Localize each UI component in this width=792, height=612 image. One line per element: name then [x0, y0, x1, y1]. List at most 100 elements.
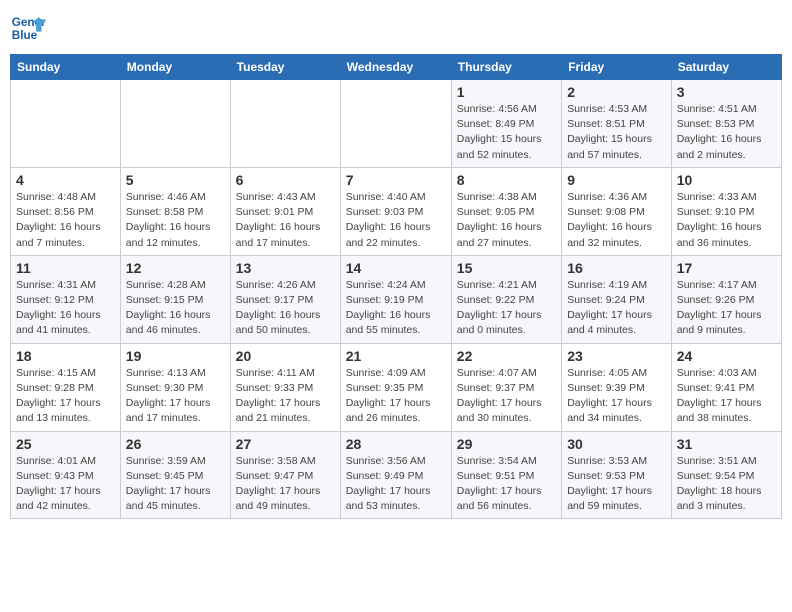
calendar-cell	[11, 80, 121, 168]
day-info: Sunrise: 4:19 AM Sunset: 9:24 PM Dayligh…	[567, 278, 666, 339]
day-info: Sunrise: 4:05 AM Sunset: 9:39 PM Dayligh…	[567, 366, 666, 427]
day-number: 6	[236, 172, 335, 188]
day-info: Sunrise: 4:53 AM Sunset: 8:51 PM Dayligh…	[567, 102, 666, 163]
svg-text:Blue: Blue	[12, 29, 38, 42]
day-info: Sunrise: 3:58 AM Sunset: 9:47 PM Dayligh…	[236, 454, 335, 515]
day-number: 5	[126, 172, 225, 188]
day-number: 14	[346, 260, 446, 276]
day-info: Sunrise: 4:48 AM Sunset: 8:56 PM Dayligh…	[16, 190, 115, 251]
weekday-header-sunday: Sunday	[11, 55, 121, 80]
day-number: 11	[16, 260, 115, 276]
day-number: 31	[677, 436, 776, 452]
calendar-cell: 16 Sunrise: 4:19 AM Sunset: 9:24 PM Dayli…	[562, 255, 672, 343]
day-info: Sunrise: 4:43 AM Sunset: 9:01 PM Dayligh…	[236, 190, 335, 251]
calendar-cell: 3Sunrise: 4:51 AM Sunset: 8:53 PM Daylig…	[671, 80, 781, 168]
day-number: 8	[457, 172, 556, 188]
calendar-cell	[230, 80, 340, 168]
day-info: Sunrise: 3:51 AM Sunset: 9:54 PM Dayligh…	[677, 454, 776, 515]
day-info: Sunrise: 4:51 AM Sunset: 8:53 PM Dayligh…	[677, 102, 776, 163]
calendar-cell: 28 Sunrise: 3:56 AM Sunset: 9:49 PM Dayli…	[340, 431, 451, 519]
calendar-cell: 26Sunrise: 3:59 AM Sunset: 9:45 PM Dayli…	[120, 431, 230, 519]
calendar-cell	[120, 80, 230, 168]
calendar-table: SundayMondayTuesdayWednesdayThursdayFrid…	[10, 54, 782, 519]
calendar-cell: 27 Sunrise: 3:58 AM Sunset: 9:47 PM Dayli…	[230, 431, 340, 519]
calendar-cell: 5 Sunrise: 4:46 AM Sunset: 8:58 PM Daylig…	[120, 167, 230, 255]
calendar-cell: 20 Sunrise: 4:11 AM Sunset: 9:33 PM Dayli…	[230, 343, 340, 431]
calendar-cell: 10Sunrise: 4:33 AM Sunset: 9:10 PM Dayli…	[671, 167, 781, 255]
day-number: 12	[126, 260, 225, 276]
calendar-cell: 8 Sunrise: 4:38 AM Sunset: 9:05 PM Daylig…	[451, 167, 561, 255]
day-info: Sunrise: 4:38 AM Sunset: 9:05 PM Dayligh…	[457, 190, 556, 251]
day-info: Sunrise: 4:11 AM Sunset: 9:33 PM Dayligh…	[236, 366, 335, 427]
calendar-cell	[340, 80, 451, 168]
calendar-week-row: 11 Sunrise: 4:31 AM Sunset: 9:12 PM Dayli…	[11, 255, 782, 343]
calendar-cell: 24 Sunrise: 4:03 AM Sunset: 9:41 PM Dayli…	[671, 343, 781, 431]
day-number: 20	[236, 348, 335, 364]
day-number: 19	[126, 348, 225, 364]
day-info: Sunrise: 3:54 AM Sunset: 9:51 PM Dayligh…	[457, 454, 556, 515]
day-info: Sunrise: 4:40 AM Sunset: 9:03 PM Dayligh…	[346, 190, 446, 251]
calendar-cell: 22 Sunrise: 4:07 AM Sunset: 9:37 PM Dayli…	[451, 343, 561, 431]
day-number: 26	[126, 436, 225, 452]
page-header: General Blue	[10, 10, 782, 46]
calendar-cell: 30 Sunrise: 3:53 AM Sunset: 9:53 PM Dayli…	[562, 431, 672, 519]
calendar-week-row: 25 Sunrise: 4:01 AM Sunset: 9:43 PM Dayli…	[11, 431, 782, 519]
weekday-header-friday: Friday	[562, 55, 672, 80]
day-number: 28	[346, 436, 446, 452]
day-number: 22	[457, 348, 556, 364]
day-number: 27	[236, 436, 335, 452]
calendar-cell: 25 Sunrise: 4:01 AM Sunset: 9:43 PM Dayli…	[11, 431, 121, 519]
calendar-week-row: 1 Sunrise: 4:56 AM Sunset: 8:49 PM Daylig…	[11, 80, 782, 168]
day-number: 13	[236, 260, 335, 276]
day-info: Sunrise: 4:17 AM Sunset: 9:26 PM Dayligh…	[677, 278, 776, 339]
day-number: 1	[457, 84, 556, 100]
calendar-cell: 17 Sunrise: 4:17 AM Sunset: 9:26 PM Dayli…	[671, 255, 781, 343]
calendar-cell: 29 Sunrise: 3:54 AM Sunset: 9:51 PM Dayli…	[451, 431, 561, 519]
calendar-header-row: SundayMondayTuesdayWednesdayThursdayFrid…	[11, 55, 782, 80]
weekday-header-wednesday: Wednesday	[340, 55, 451, 80]
calendar-cell: 9Sunrise: 4:36 AM Sunset: 9:08 PM Daylig…	[562, 167, 672, 255]
calendar-cell: 1 Sunrise: 4:56 AM Sunset: 8:49 PM Daylig…	[451, 80, 561, 168]
calendar-cell: 11 Sunrise: 4:31 AM Sunset: 9:12 PM Dayli…	[11, 255, 121, 343]
day-info: Sunrise: 4:31 AM Sunset: 9:12 PM Dayligh…	[16, 278, 115, 339]
calendar-cell: 6 Sunrise: 4:43 AM Sunset: 9:01 PM Daylig…	[230, 167, 340, 255]
day-number: 17	[677, 260, 776, 276]
day-info: Sunrise: 4:24 AM Sunset: 9:19 PM Dayligh…	[346, 278, 446, 339]
day-number: 29	[457, 436, 556, 452]
calendar-cell: 13Sunrise: 4:26 AM Sunset: 9:17 PM Dayli…	[230, 255, 340, 343]
weekday-header-monday: Monday	[120, 55, 230, 80]
calendar-cell: 21Sunrise: 4:09 AM Sunset: 9:35 PM Dayli…	[340, 343, 451, 431]
day-info: Sunrise: 4:21 AM Sunset: 9:22 PM Dayligh…	[457, 278, 556, 339]
weekday-header-tuesday: Tuesday	[230, 55, 340, 80]
day-number: 15	[457, 260, 556, 276]
day-info: Sunrise: 4:07 AM Sunset: 9:37 PM Dayligh…	[457, 366, 556, 427]
calendar-cell: 18Sunrise: 4:15 AM Sunset: 9:28 PM Dayli…	[11, 343, 121, 431]
day-info: Sunrise: 3:53 AM Sunset: 9:53 PM Dayligh…	[567, 454, 666, 515]
weekday-header-thursday: Thursday	[451, 55, 561, 80]
calendar-week-row: 4 Sunrise: 4:48 AM Sunset: 8:56 PM Daylig…	[11, 167, 782, 255]
day-info: Sunrise: 4:46 AM Sunset: 8:58 PM Dayligh…	[126, 190, 225, 251]
logo-icon: General Blue	[10, 10, 46, 46]
day-info: Sunrise: 4:03 AM Sunset: 9:41 PM Dayligh…	[677, 366, 776, 427]
calendar-cell: 12 Sunrise: 4:28 AM Sunset: 9:15 PM Dayli…	[120, 255, 230, 343]
calendar-cell: 14 Sunrise: 4:24 AM Sunset: 9:19 PM Dayli…	[340, 255, 451, 343]
weekday-header-saturday: Saturday	[671, 55, 781, 80]
day-number: 30	[567, 436, 666, 452]
calendar-cell: 4 Sunrise: 4:48 AM Sunset: 8:56 PM Daylig…	[11, 167, 121, 255]
day-number: 25	[16, 436, 115, 452]
day-info: Sunrise: 4:01 AM Sunset: 9:43 PM Dayligh…	[16, 454, 115, 515]
calendar-week-row: 18Sunrise: 4:15 AM Sunset: 9:28 PM Dayli…	[11, 343, 782, 431]
day-info: Sunrise: 3:56 AM Sunset: 9:49 PM Dayligh…	[346, 454, 446, 515]
day-number: 21	[346, 348, 446, 364]
day-number: 16	[567, 260, 666, 276]
day-info: Sunrise: 4:28 AM Sunset: 9:15 PM Dayligh…	[126, 278, 225, 339]
day-number: 10	[677, 172, 776, 188]
day-number: 9	[567, 172, 666, 188]
calendar-cell: 19Sunrise: 4:13 AM Sunset: 9:30 PM Dayli…	[120, 343, 230, 431]
day-info: Sunrise: 4:56 AM Sunset: 8:49 PM Dayligh…	[457, 102, 556, 163]
calendar-cell: 2Sunrise: 4:53 AM Sunset: 8:51 PM Daylig…	[562, 80, 672, 168]
day-number: 7	[346, 172, 446, 188]
day-number: 24	[677, 348, 776, 364]
day-number: 4	[16, 172, 115, 188]
calendar-cell: 7 Sunrise: 4:40 AM Sunset: 9:03 PM Daylig…	[340, 167, 451, 255]
